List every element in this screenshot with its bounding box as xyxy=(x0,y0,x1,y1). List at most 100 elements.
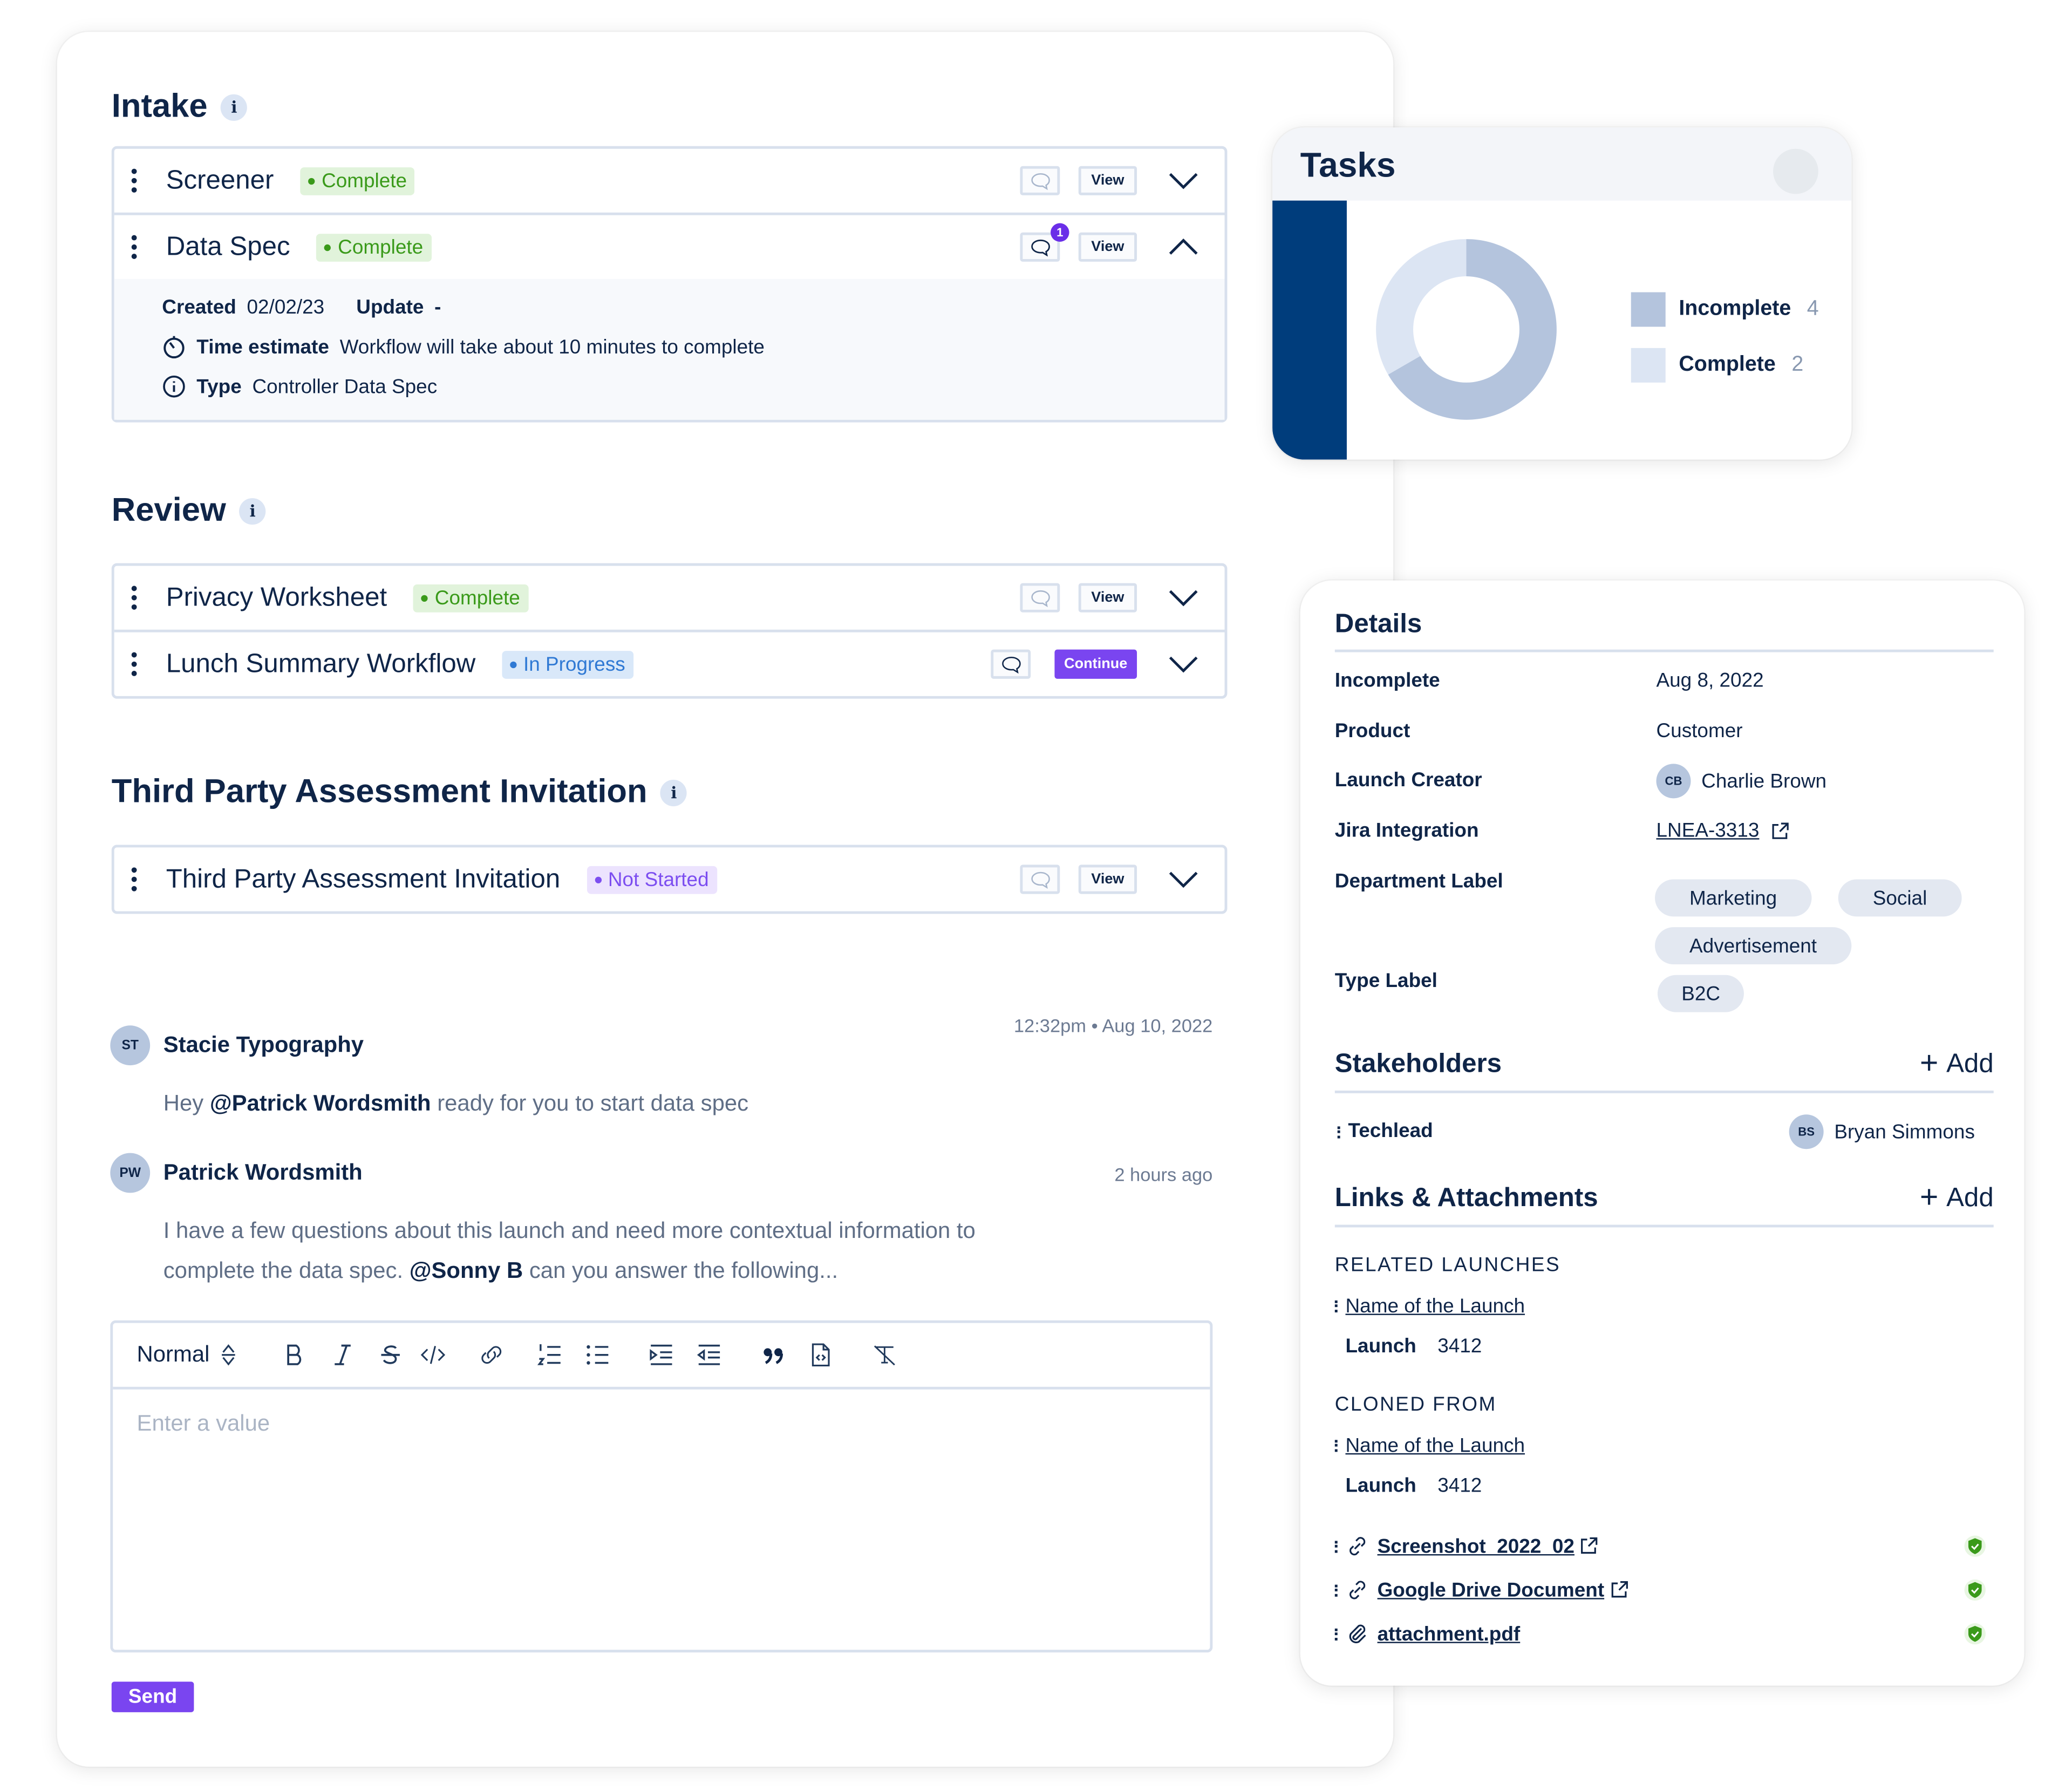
format-select[interactable]: Normal xyxy=(137,1335,236,1375)
comment-button[interactable]: 1 xyxy=(1020,223,1069,262)
update-label: Update xyxy=(356,295,424,318)
label-chip[interactable]: Advertisement xyxy=(1655,927,1852,965)
tasks-header: Tasks xyxy=(1272,127,1852,201)
mention[interactable]: @Sonny B xyxy=(410,1258,523,1283)
tasks-menu-button[interactable] xyxy=(1773,148,1818,194)
link-button[interactable] xyxy=(478,1335,505,1375)
related-launch: Name of the Launch xyxy=(1334,1289,1986,1323)
code-icon xyxy=(420,1345,445,1364)
view-button[interactable]: View xyxy=(1078,166,1137,195)
drag-handle-icon[interactable] xyxy=(1334,1439,1338,1452)
status-badge: In Progress xyxy=(502,650,633,678)
comment-editor: Normal xyxy=(110,1320,1213,1653)
created-update-line: Created 02/02/23 Update - xyxy=(162,287,1224,327)
chevron-down-icon[interactable] xyxy=(1169,655,1198,673)
drag-handle-icon[interactable] xyxy=(1334,1584,1338,1596)
info-icon[interactable]: i xyxy=(660,779,687,806)
bullet-list-icon xyxy=(586,1345,608,1365)
comment-button[interactable] xyxy=(1020,166,1060,195)
created-value: 02/02/23 xyxy=(247,295,325,318)
view-button[interactable]: View xyxy=(1078,865,1137,894)
chevron-down-icon[interactable] xyxy=(1169,172,1198,190)
jira-link[interactable]: LNEA-3313 xyxy=(1656,820,1788,842)
type-value: Controller Data Spec xyxy=(252,375,438,398)
view-button[interactable]: View xyxy=(1078,232,1137,262)
launch-link[interactable]: Name of the Launch xyxy=(1345,1295,1525,1317)
external-link-icon xyxy=(1582,1537,1598,1554)
launch-link[interactable]: Name of the Launch xyxy=(1345,1434,1525,1456)
italic-button[interactable] xyxy=(329,1335,356,1375)
related-launches-heading: RELATED LAUNCHES xyxy=(1334,1254,1561,1277)
comment-button[interactable] xyxy=(991,649,1031,679)
attachment-link[interactable]: Screenshot_2022_02 xyxy=(1378,1535,1575,1557)
comment-button[interactable] xyxy=(1020,583,1060,612)
workflow-title: Screener xyxy=(166,165,274,195)
send-button[interactable]: Send xyxy=(111,1682,194,1712)
mention[interactable]: @Patrick Wordsmith xyxy=(210,1091,431,1116)
stakeholder-name: Bryan Simmons xyxy=(1834,1120,1975,1144)
workflow-details: Created 02/02/23 Update - Time estimate … xyxy=(114,278,1225,420)
comment-input[interactable] xyxy=(113,1389,1197,1459)
comment-button[interactable] xyxy=(1020,865,1060,894)
link-icon xyxy=(481,1346,501,1364)
chevron-down-icon[interactable] xyxy=(1169,588,1198,607)
continue-button[interactable]: Continue xyxy=(1054,649,1137,679)
paperclip-icon xyxy=(1349,1624,1366,1644)
clear-format-button[interactable] xyxy=(871,1335,897,1375)
outdent-button[interactable] xyxy=(696,1335,722,1375)
status-text: Complete xyxy=(434,586,520,609)
drag-handle-icon[interactable] xyxy=(1334,1628,1338,1640)
drag-handle-icon[interactable] xyxy=(1334,1540,1338,1553)
chevron-down-icon[interactable] xyxy=(1169,870,1198,888)
drag-handle-icon[interactable] xyxy=(131,652,137,676)
section-title-intake: Intake i xyxy=(112,87,248,126)
section-title-text: Intake xyxy=(111,87,208,125)
code-block-button[interactable] xyxy=(807,1335,834,1375)
label-chip[interactable]: B2C xyxy=(1657,975,1744,1012)
label-chip[interactable]: Marketing xyxy=(1655,879,1812,917)
type-line: Type Controller Data Spec xyxy=(162,366,1224,406)
attachment-link[interactable]: attachment.pdf xyxy=(1378,1623,1521,1645)
bullet-list-button[interactable] xyxy=(584,1335,611,1375)
row-actions: Continue xyxy=(991,632,1198,696)
drag-handle-icon[interactable] xyxy=(131,168,137,193)
blockquote-icon xyxy=(763,1348,783,1364)
detail-label: Type Label xyxy=(1334,969,1437,992)
time-estimate-line: Time estimate Workflow will take about 1… xyxy=(162,327,1224,367)
strikethrough-button[interactable] xyxy=(377,1335,404,1375)
add-link-button[interactable]: + Add xyxy=(1920,1180,1994,1217)
comment-header: PW Patrick Wordsmith xyxy=(110,1153,1212,1193)
code-button[interactable] xyxy=(419,1335,446,1375)
label-chip[interactable]: Social xyxy=(1838,879,1962,917)
workflow-title: Data Spec xyxy=(166,232,290,261)
ordered-list-button[interactable] xyxy=(536,1335,563,1375)
comment-body: Hey @Patrick Wordsmith ready for you to … xyxy=(163,1084,1213,1124)
status-badge: Complete xyxy=(300,166,415,195)
drag-handle-icon[interactable] xyxy=(131,235,137,259)
drag-handle-icon[interactable] xyxy=(131,586,137,610)
avatar: CB xyxy=(1656,764,1691,799)
blockquote-button[interactable] xyxy=(759,1335,786,1375)
section-title-text: Review xyxy=(111,491,226,529)
view-button[interactable]: View xyxy=(1078,583,1137,612)
drag-handle-icon[interactable] xyxy=(1334,1299,1338,1312)
row-actions: View xyxy=(1020,566,1198,630)
comment-author: Stacie Typography xyxy=(163,1032,364,1058)
info-icon[interactable]: i xyxy=(239,497,266,525)
workflow-title: Privacy Worksheet xyxy=(166,582,387,612)
attachment-link[interactable]: Google Drive Document xyxy=(1378,1578,1605,1601)
add-stakeholder-button[interactable]: + Add xyxy=(1920,1045,1994,1083)
drag-handle-icon[interactable] xyxy=(1337,1126,1340,1138)
chevron-up-icon[interactable] xyxy=(1169,238,1198,256)
time-estimate-label: Time estimate xyxy=(196,335,329,358)
info-icon[interactable]: i xyxy=(221,93,248,120)
indent-button[interactable] xyxy=(648,1335,674,1375)
intake-group: Screener Complete View Data Spec Complet… xyxy=(111,146,1228,423)
timer-icon xyxy=(163,336,185,359)
link-icon xyxy=(1349,1537,1366,1556)
drag-handle-icon[interactable] xyxy=(131,867,137,891)
divider xyxy=(1334,649,1994,652)
divider xyxy=(1334,1224,1994,1228)
workflow-row-screener: Screener Complete View xyxy=(114,149,1225,215)
bold-button[interactable] xyxy=(281,1335,308,1375)
